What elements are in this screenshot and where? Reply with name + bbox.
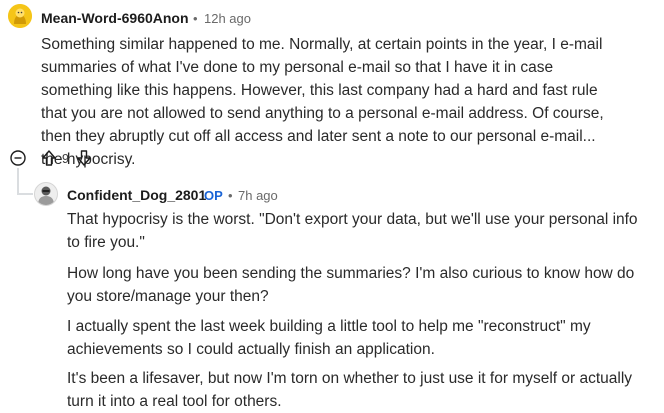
avatar-icon[interactable] <box>8 4 32 28</box>
comment-paragraph: It's been a lifesaver, but now I'm torn … <box>67 370 633 410</box>
comment-body: Something similar happened to me. Normal… <box>41 36 604 168</box>
upvote-icon[interactable] <box>41 149 57 172</box>
comment-author[interactable]: Mean-Word-6960Anon <box>41 10 189 26</box>
comment-paragraph: I actually spent the last week building … <box>67 318 591 358</box>
comment-paragraph: How long have you been sending the summa… <box>67 265 635 305</box>
meta-separator: • <box>193 11 198 26</box>
comment-author[interactable]: Confident_Dog_2801 <box>67 187 206 203</box>
meta-separator: • <box>228 188 233 203</box>
downvote-icon[interactable] <box>76 149 92 172</box>
comment-time[interactable]: 12h ago <box>204 11 251 26</box>
comment-paragraph: That hypocrisy is the worst. "Don't expo… <box>67 211 638 251</box>
thread-line-branch <box>17 193 33 195</box>
thread-line <box>17 168 19 194</box>
vote-count: 9 <box>62 152 69 166</box>
comment-time[interactable]: 7h ago <box>238 188 278 203</box>
avatar-icon[interactable] <box>34 182 58 206</box>
op-badge: OP <box>204 188 223 203</box>
